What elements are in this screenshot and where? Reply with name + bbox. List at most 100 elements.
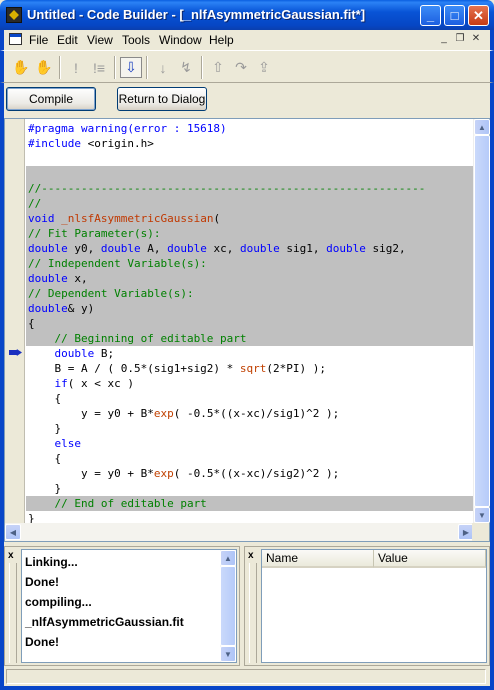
mdi-close-button[interactable]: ✕: [469, 33, 483, 44]
editor-gutter[interactable]: [5, 119, 25, 523]
scroll-down-button[interactable]: ▼: [474, 507, 490, 523]
code-token: void: [28, 212, 62, 225]
code-token: //: [28, 197, 42, 210]
code-line[interactable]: y = y0 + B*exp( -0.5*((x-xc)/sig1)^2 );: [26, 406, 474, 421]
editor-vertical-scrollbar[interactable]: ▲ ▼: [473, 119, 490, 523]
code-token: ( -0.5*((x-xc)/sig2)^2 );: [173, 467, 340, 480]
variables-grip[interactable]: [249, 563, 257, 663]
column-header-value[interactable]: Value: [374, 550, 486, 568]
document-icon[interactable]: [9, 33, 22, 45]
step-into-icon[interactable]: ⇩: [120, 57, 142, 78]
code-line[interactable]: #pragma warning(error : 15618): [26, 121, 474, 136]
code-token: <origin.h>: [87, 137, 154, 150]
code-line[interactable]: // End of editable part: [26, 496, 474, 511]
code-token: B = A / ( 0.5*(sig1+sig2) *: [28, 362, 240, 375]
output-scroll-down-button[interactable]: ▼: [220, 646, 236, 662]
code-token: #pragma warning(error : 15618): [28, 122, 227, 135]
menu-tools[interactable]: Tools: [122, 33, 150, 47]
code-line[interactable]: // Dependent Variable(s):: [26, 286, 474, 301]
code-token: // Fit Parameter(s):: [28, 227, 161, 240]
menu-window[interactable]: Window: [159, 33, 202, 47]
code-line[interactable]: // Beginning of editable part: [26, 331, 474, 346]
code-token: sig2,: [365, 242, 406, 255]
code-line[interactable]: }: [26, 421, 474, 436]
hand-cross-icon[interactable]: ✋: [33, 57, 55, 78]
step-over-icon[interactable]: ↓: [152, 57, 174, 78]
output-scroll-thumb[interactable]: [220, 566, 236, 646]
code-line[interactable]: }: [26, 481, 474, 496]
menu-view[interactable]: View: [87, 33, 113, 47]
exclamation-list-icon[interactable]: !≡: [88, 57, 110, 78]
code-line[interactable]: else: [26, 436, 474, 451]
code-line[interactable]: //: [26, 196, 474, 211]
code-editor[interactable]: #pragma warning(error : 15618) #include <…: [4, 118, 490, 542]
code-token: {: [28, 392, 62, 405]
code-line[interactable]: double y0, double A, double xc, double s…: [26, 241, 474, 256]
code-line[interactable]: {: [26, 451, 474, 466]
hand-icon[interactable]: ✋: [10, 57, 32, 78]
variables-pane: x Name Value: [244, 546, 490, 666]
column-header-name[interactable]: Name: [262, 550, 374, 568]
code-line[interactable]: B = A / ( 0.5*(sig1+sig2) * sqrt(2*PI) )…: [26, 361, 474, 376]
code-line[interactable]: // Fit Parameter(s):: [26, 226, 474, 241]
run-icon[interactable]: ↷: [230, 57, 252, 78]
code-area[interactable]: #pragma warning(error : 15618) #include <…: [26, 119, 474, 523]
code-token: (: [213, 212, 221, 225]
code-token: (2*PI) );: [266, 362, 327, 375]
code-line[interactable]: // Independent Variable(s):: [26, 256, 474, 271]
code-token: & y): [67, 302, 95, 315]
title-bar[interactable]: Untitled - Code Builder - [_nlfAsymmetri…: [0, 0, 494, 30]
code-token: if: [54, 377, 68, 390]
code-line[interactable]: //--------------------------------------…: [26, 181, 474, 196]
exclamation-icon[interactable]: !: [65, 57, 87, 78]
code-token: sig1,: [279, 242, 327, 255]
menu-file[interactable]: File: [29, 33, 48, 47]
cancel-step-icon[interactable]: ↯: [175, 57, 197, 78]
variables-list[interactable]: Name Value: [261, 549, 487, 663]
output-line: Done!: [25, 635, 59, 649]
output-grip[interactable]: [9, 563, 17, 663]
code-token: double: [167, 242, 207, 255]
menu-help[interactable]: Help: [209, 33, 234, 47]
mdi-minimize-button[interactable]: _: [437, 33, 451, 44]
code-token: sqrt: [239, 362, 267, 375]
app-icon[interactable]: [6, 7, 22, 23]
maximize-button[interactable]: □: [444, 5, 465, 26]
step-out-icon[interactable]: ⇧: [207, 57, 229, 78]
run-to-cursor-icon[interactable]: ⇪: [253, 57, 275, 78]
menu-edit[interactable]: Edit: [57, 33, 78, 47]
code-line[interactable]: double B;: [26, 346, 474, 361]
code-line[interactable]: double& y): [26, 301, 474, 316]
output-close-button[interactable]: x: [8, 550, 14, 561]
code-token: //--------------------------------------…: [28, 182, 426, 195]
variables-close-button[interactable]: x: [248, 550, 254, 561]
code-token: exp: [153, 467, 174, 480]
code-line[interactable]: y = y0 + B*exp( -0.5*((x-xc)/sig2)^2 );: [26, 466, 474, 481]
code-line[interactable]: {: [26, 316, 474, 331]
code-line[interactable]: double x,: [26, 271, 474, 286]
editor-horizontal-scrollbar[interactable]: ◀ ▶: [5, 523, 474, 541]
code-token: y = y0 + B*: [28, 467, 154, 480]
code-token: double: [326, 242, 366, 255]
code-token: {: [28, 452, 62, 465]
output-log[interactable]: Linking... Done! compiling... _nlfAsymme…: [21, 549, 237, 663]
scroll-thumb[interactable]: [474, 135, 490, 507]
return-to-dialog-button[interactable]: Return to Dialog: [117, 87, 207, 111]
code-line[interactable]: [26, 151, 474, 166]
output-scrollbar[interactable]: ▲ ▼: [220, 550, 236, 662]
minimize-button[interactable]: _: [420, 5, 441, 26]
code-line[interactable]: }: [26, 511, 474, 523]
code-token: y = y0 + B*: [28, 407, 154, 420]
code-line[interactable]: {: [26, 391, 474, 406]
code-line[interactable]: #include <origin.h>: [26, 136, 474, 151]
code-line[interactable]: if( x < xc ): [26, 376, 474, 391]
code-line[interactable]: [26, 166, 474, 181]
close-button[interactable]: ✕: [468, 5, 489, 26]
code-line[interactable]: void _nlsfAsymmetricGaussian(: [26, 211, 474, 226]
mdi-restore-button[interactable]: ❐: [453, 33, 467, 44]
scroll-left-button[interactable]: ◀: [5, 524, 21, 540]
code-token: A,: [140, 242, 168, 255]
output-scroll-up-button[interactable]: ▲: [220, 550, 236, 566]
scroll-up-button[interactable]: ▲: [474, 119, 490, 135]
compile-button[interactable]: Compile: [6, 87, 96, 111]
